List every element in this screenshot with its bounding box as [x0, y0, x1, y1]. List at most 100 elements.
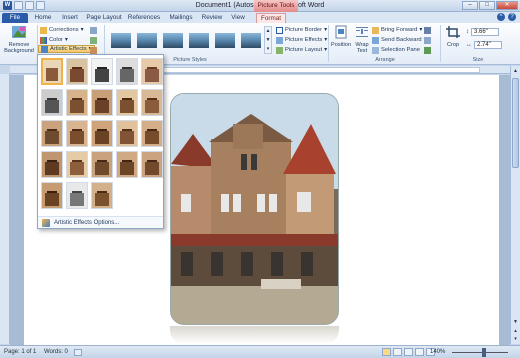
outline-view-button[interactable] [415, 348, 424, 356]
artistic-effect-thumb[interactable] [66, 89, 88, 116]
print-layout-view-button[interactable] [382, 348, 391, 356]
artistic-effect-thumb[interactable] [41, 120, 63, 147]
picture-style-thumb[interactable] [213, 28, 236, 52]
effect-preview-building [95, 100, 109, 113]
page-count[interactable]: Page: 1 of 1 [4, 349, 36, 355]
ribbon-minimize-icon[interactable]: ^ [497, 13, 505, 21]
artistic-effect-thumb[interactable] [116, 58, 138, 85]
artistic-effect-thumb[interactable] [91, 89, 113, 116]
artistic-effects-label: Artistic Effects [50, 46, 87, 52]
scroll-thumb[interactable] [512, 78, 519, 168]
height-input[interactable]: 3.66" [471, 27, 499, 36]
previous-page-icon[interactable]: ▴ [512, 327, 519, 335]
color-button[interactable]: Color ▾ [40, 36, 68, 44]
artistic-effect-thumb[interactable] [66, 120, 88, 147]
minimize-button[interactable]: – [462, 1, 478, 10]
picture-style-thumb[interactable] [110, 28, 133, 52]
corrections-button[interactable]: Corrections ▾ [40, 26, 84, 34]
artistic-effect-thumb[interactable] [66, 182, 88, 209]
effect-preview-building [95, 131, 109, 144]
artistic-effect-thumb[interactable] [116, 120, 138, 147]
tab-insert[interactable]: Insert [58, 13, 82, 23]
word-count[interactable]: Words: 0 [44, 349, 68, 355]
remove-background-button[interactable]: Remove Background [2, 25, 36, 54]
chevron-up-icon[interactable]: ▲ [265, 27, 271, 36]
web-layout-view-button[interactable] [404, 348, 413, 356]
proofing-icon[interactable] [74, 349, 82, 356]
compress-pictures-button[interactable] [90, 26, 97, 34]
change-picture-button[interactable] [90, 36, 97, 44]
help-area: ^ ? [497, 13, 516, 21]
tab-review[interactable]: Review [200, 13, 224, 23]
group-button[interactable] [424, 36, 431, 44]
remove-background-icon [12, 26, 26, 38]
help-icon[interactable]: ? [508, 13, 516, 21]
tab-home[interactable]: Home [31, 13, 55, 23]
scroll-up-icon[interactable]: ▲ [512, 67, 519, 75]
artistic-effect-thumb[interactable] [91, 151, 113, 178]
vertical-ruler[interactable] [0, 74, 10, 344]
tab-format[interactable]: Format [256, 13, 286, 23]
rotate-button[interactable] [424, 46, 431, 54]
arrange-group-label: Arrange [375, 57, 395, 63]
tab-references[interactable]: References [126, 13, 162, 23]
picture-border-button[interactable]: Picture Border ▾ [276, 26, 327, 34]
tab-page-layout[interactable]: Page Layout [85, 13, 123, 23]
effect-preview-building [46, 68, 58, 81]
house-picture[interactable] [170, 93, 339, 325]
gallery-scroll[interactable]: ▲ ▼ ▾ [264, 26, 272, 54]
vertical-scrollbar[interactable]: ▲ ▼ ▴ ▾ [510, 66, 520, 344]
picture-style-thumb[interactable] [162, 28, 185, 52]
artistic-effect-thumb[interactable] [141, 120, 163, 147]
scroll-down-icon[interactable]: ▼ [512, 318, 519, 326]
zoom-level[interactable]: 140% [430, 349, 445, 355]
tab-mailings[interactable]: Mailings [166, 13, 196, 23]
picture-effects-button[interactable]: Picture Effects ▾ [276, 36, 327, 44]
zoom-slider[interactable] [452, 352, 508, 353]
close-button[interactable]: ✕ [496, 1, 518, 10]
more-icon[interactable]: ▾ [265, 45, 271, 54]
chevron-down-icon: ▾ [324, 37, 328, 43]
picture-border-icon [276, 26, 283, 34]
artistic-effect-thumb[interactable] [91, 120, 113, 147]
height-icon: ↕ [466, 28, 469, 35]
artistic-effects-button[interactable]: Artistic Effects ▾ [38, 45, 95, 53]
artistic-effect-thumb[interactable] [141, 89, 163, 116]
zoom-slider-thumb[interactable] [482, 348, 486, 357]
artistic-effect-thumb[interactable] [41, 89, 63, 116]
change-picture-icon [90, 36, 97, 44]
picture-layout-button[interactable]: Picture Layout ▾ [276, 46, 327, 54]
tab-file[interactable]: File [2, 13, 28, 23]
chevron-down-icon[interactable]: ▼ [265, 36, 271, 45]
artistic-effect-thumb[interactable] [116, 89, 138, 116]
picture-style-thumb[interactable] [187, 28, 210, 52]
artistic-effect-thumb[interactable] [41, 151, 63, 178]
artistic-effects-options-item[interactable]: Artistic Effects Options... [38, 216, 163, 228]
tab-view[interactable]: View [228, 13, 248, 23]
align-button[interactable] [424, 26, 431, 34]
next-page-icon[interactable]: ▾ [512, 335, 519, 343]
artistic-effect-thumb[interactable] [116, 151, 138, 178]
maximize-button[interactable]: □ [479, 1, 495, 10]
selection-pane-button[interactable]: Selection Pane [372, 46, 420, 54]
reset-picture-button[interactable] [90, 46, 97, 54]
artistic-effect-thumb[interactable] [66, 151, 88, 178]
full-screen-reading-view-button[interactable] [393, 348, 402, 356]
width-input[interactable]: 2.74" [474, 40, 502, 49]
picture-style-thumb[interactable] [239, 28, 262, 52]
send-backward-button[interactable]: Send Backward▾ [372, 36, 427, 44]
artistic-effect-thumb[interactable] [141, 151, 163, 178]
crop-button[interactable]: Crop [442, 25, 464, 48]
position-button[interactable]: Position [330, 25, 352, 48]
height-field: ↕ 3.66" [466, 27, 499, 36]
wrap-text-button[interactable]: Wrap Text [352, 25, 372, 54]
artistic-effect-thumb[interactable] [141, 58, 163, 85]
artistic-effects-icon [41, 45, 48, 53]
picture-style-thumb[interactable] [136, 28, 159, 52]
artistic-effect-thumb[interactable] [41, 58, 63, 85]
artistic-effect-thumb[interactable] [66, 58, 88, 85]
bring-forward-button[interactable]: Bring Forward ▾ [372, 26, 422, 34]
artistic-effect-thumb[interactable] [91, 182, 113, 209]
artistic-effect-thumb[interactable] [91, 58, 113, 85]
artistic-effect-thumb[interactable] [41, 182, 63, 209]
